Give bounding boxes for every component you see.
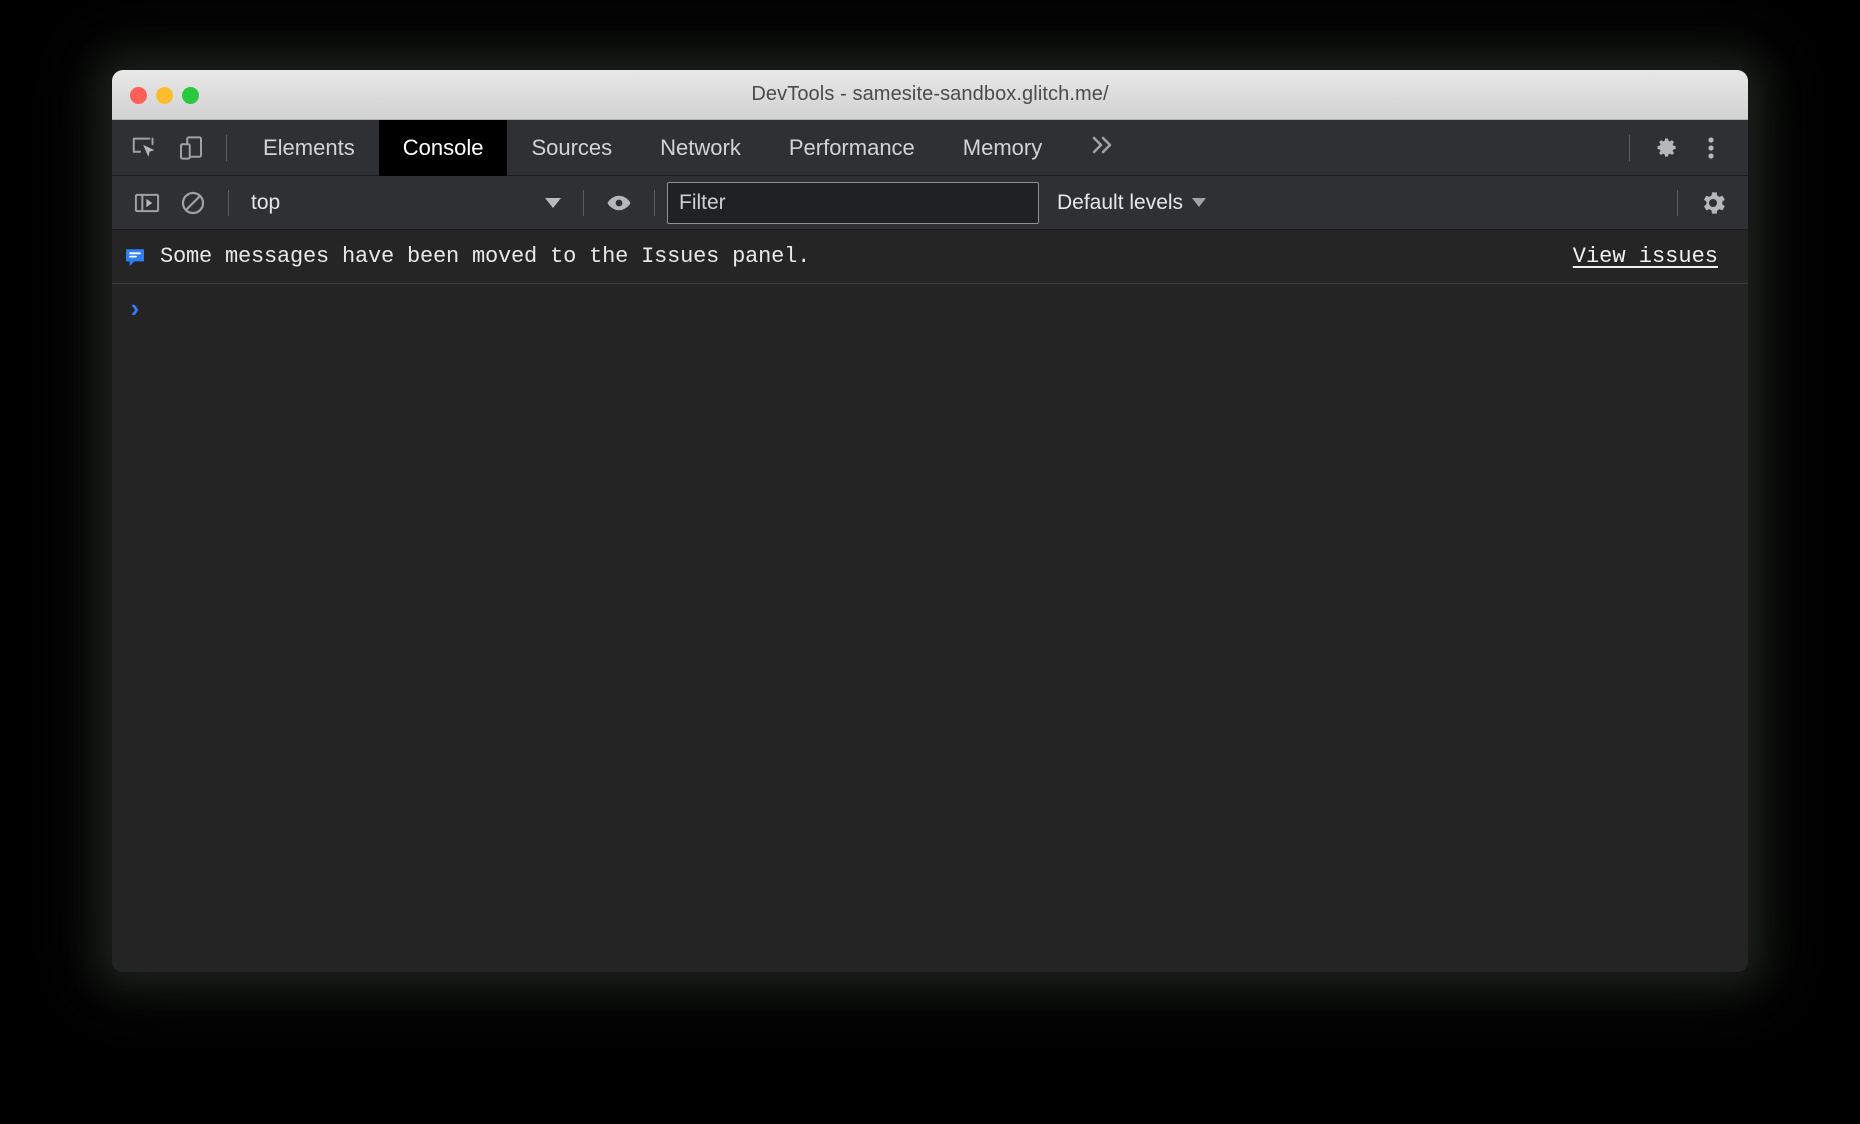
console-settings-button[interactable] xyxy=(1690,180,1736,226)
devtools-window: DevTools - samesite-sandbox.glitch.me/ E… xyxy=(112,70,1748,972)
device-toolbar-icon xyxy=(176,133,206,163)
create-live-expression-button[interactable] xyxy=(596,180,642,226)
clear-console-button[interactable] xyxy=(170,180,216,226)
tabbar-actions xyxy=(1617,125,1748,171)
clear-console-icon xyxy=(179,189,207,217)
prompt-chevron-icon: › xyxy=(127,297,143,323)
console-message-text: Some messages have been moved to the Iss… xyxy=(160,244,810,269)
console-toolbar-divider-4 xyxy=(1677,190,1678,216)
console-body: Some messages have been moved to the Iss… xyxy=(112,230,1748,972)
tab-memory[interactable]: Memory xyxy=(939,120,1066,176)
double-chevron-right-icon xyxy=(1086,134,1118,161)
close-window-button[interactable] xyxy=(130,87,147,104)
inspect-element-icon xyxy=(130,133,160,163)
traffic-lights xyxy=(130,70,199,120)
panel-tabs: Elements Console Sources Network Perform… xyxy=(239,120,1617,176)
devtools-settings-button[interactable] xyxy=(1642,125,1688,171)
console-toolbar-divider-1 xyxy=(228,190,229,216)
maximize-window-button[interactable] xyxy=(182,87,199,104)
console-toolbar: top Default levels xyxy=(112,176,1748,230)
tab-elements[interactable]: Elements xyxy=(239,120,379,176)
console-sidebar-toggle-button[interactable] xyxy=(124,180,170,226)
console-prompt-row[interactable]: › xyxy=(112,284,1748,336)
more-tabs-button[interactable] xyxy=(1066,120,1138,176)
log-level-value: Default levels xyxy=(1057,191,1183,215)
console-message-row: Some messages have been moved to the Iss… xyxy=(112,230,1748,284)
gear-icon xyxy=(1650,133,1680,163)
console-toolbar-divider-2 xyxy=(583,190,584,216)
devtools-main-menu-button[interactable] xyxy=(1688,125,1734,171)
tab-console[interactable]: Console xyxy=(379,120,508,176)
tabbar-actions-divider xyxy=(1629,135,1630,161)
inspect-element-button[interactable] xyxy=(122,125,168,171)
tab-performance[interactable]: Performance xyxy=(765,120,939,176)
eye-icon xyxy=(604,188,634,218)
device-toolbar-button[interactable] xyxy=(168,125,214,171)
tab-network[interactable]: Network xyxy=(636,120,765,176)
execution-context-value: top xyxy=(251,191,537,215)
minimize-window-button[interactable] xyxy=(156,87,173,104)
execution-context-selector[interactable]: top xyxy=(241,184,571,222)
console-sidebar-icon xyxy=(133,189,161,217)
window-titlebar: DevTools - samesite-sandbox.glitch.me/ xyxy=(112,70,1748,120)
view-issues-link[interactable]: View issues xyxy=(1573,244,1718,269)
window-title: DevTools - samesite-sandbox.glitch.me/ xyxy=(112,83,1748,106)
chevron-down-icon xyxy=(545,198,561,208)
console-toolbar-actions xyxy=(1665,180,1748,226)
issues-message-icon xyxy=(124,246,146,268)
more-vertical-icon xyxy=(1698,133,1724,163)
devtools-tabbar: Elements Console Sources Network Perform… xyxy=(112,120,1748,176)
filter-input[interactable] xyxy=(667,182,1039,224)
tab-sources[interactable]: Sources xyxy=(507,120,636,176)
gear-icon xyxy=(1698,188,1728,218)
tabbar-divider xyxy=(226,135,227,161)
log-level-selector[interactable]: Default levels xyxy=(1057,191,1206,215)
chevron-down-icon xyxy=(1192,198,1206,207)
console-toolbar-divider-3 xyxy=(654,190,655,216)
